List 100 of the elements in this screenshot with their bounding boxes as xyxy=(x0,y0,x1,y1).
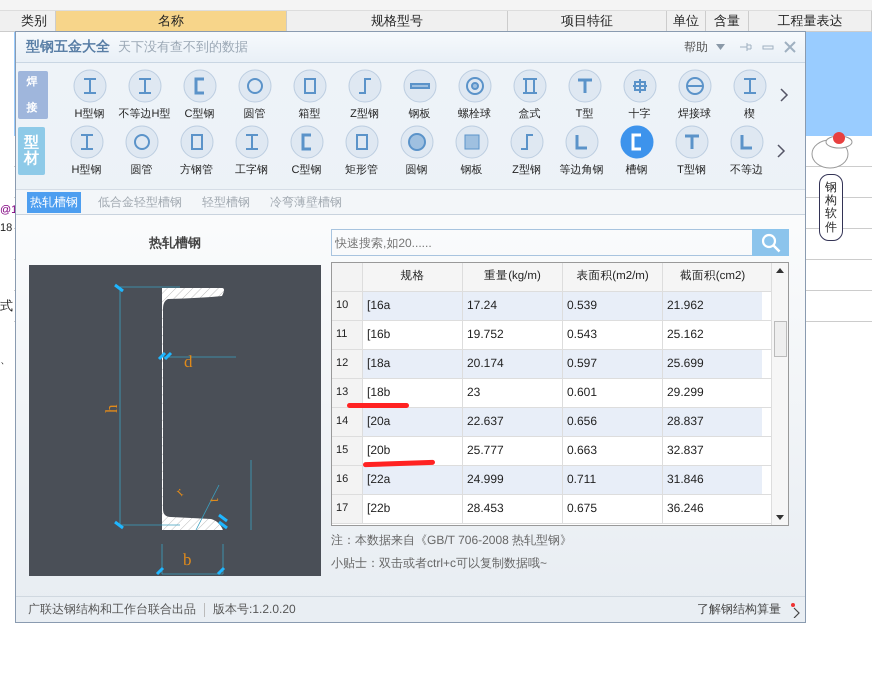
table-cell: 17.24 xyxy=(462,292,562,320)
i-beam-icon[interactable] xyxy=(234,125,268,159)
item-label[interactable]: 圆钢 xyxy=(406,162,428,177)
cross-icon[interactable] xyxy=(622,69,656,103)
item-label[interactable]: Z型钢 xyxy=(512,162,541,177)
pin-icon[interactable] xyxy=(739,40,753,54)
dimension-label: t xyxy=(207,498,222,502)
scroll-down-icon[interactable] xyxy=(776,515,784,520)
table-cell: 28.837 xyxy=(662,408,762,436)
item-label[interactable]: T型钢 xyxy=(677,162,706,177)
item-label[interactable]: 楔 xyxy=(744,106,755,121)
scroll-thumb[interactable] xyxy=(774,321,786,357)
ball-icon[interactable] xyxy=(458,69,492,103)
item-label[interactable]: 不等边H型 xyxy=(118,106,170,121)
item-label[interactable]: 箱型 xyxy=(298,106,320,121)
i-beam-icon[interactable] xyxy=(128,69,162,103)
i-beam-icon[interactable] xyxy=(72,69,106,103)
item-label[interactable]: T型 xyxy=(576,106,594,121)
cell-text: 式 xyxy=(0,297,13,315)
ring-icon[interactable] xyxy=(124,125,158,159)
i-beam-icon[interactable] xyxy=(70,125,104,159)
help-menu[interactable]: 帮助 xyxy=(684,38,708,56)
row-number: 13 xyxy=(332,379,362,407)
column-header[interactable]: 表面积(m2/m) xyxy=(562,263,662,291)
row-number: 15 xyxy=(332,437,362,465)
table-cell: [22b xyxy=(362,495,462,523)
table-cell: 0.601 xyxy=(562,379,662,407)
column-header[interactable]: 名称 xyxy=(56,11,287,31)
item-label[interactable]: 不等边 xyxy=(730,162,763,177)
angle-icon[interactable] xyxy=(730,125,764,159)
square-tube-icon[interactable] xyxy=(292,69,326,103)
column-header[interactable]: 截面积(cm2) xyxy=(662,263,762,291)
disc-icon[interactable] xyxy=(400,125,434,159)
t-section-icon[interactable] xyxy=(568,69,602,103)
square-tube-icon[interactable] xyxy=(344,125,378,159)
item-label[interactable]: 工字钢 xyxy=(235,162,268,177)
search-icon xyxy=(760,232,780,252)
item-label[interactable]: 圆管 xyxy=(244,106,266,121)
chevron-right-icon[interactable] xyxy=(776,144,786,158)
item-label[interactable]: C型钢 xyxy=(292,162,322,177)
table-cell: 21.962 xyxy=(662,292,762,320)
item-label[interactable]: 焊接球 xyxy=(678,106,711,121)
angle-icon[interactable] xyxy=(564,125,598,159)
item-label[interactable]: 十字 xyxy=(628,106,650,121)
dimension-label: d xyxy=(184,352,192,371)
close-icon[interactable] xyxy=(783,40,797,54)
sphere-icon[interactable] xyxy=(678,69,712,103)
scrollbar[interactable] xyxy=(771,263,788,525)
item-label[interactable]: 钢板 xyxy=(460,162,482,177)
table-cell: 28.453 xyxy=(462,495,562,523)
z-section-icon[interactable] xyxy=(510,125,544,159)
channel-icon[interactable] xyxy=(182,69,216,103)
column-header[interactable]: 重量(kg/m) xyxy=(462,263,562,291)
item-label[interactable]: H型钢 xyxy=(72,162,102,177)
double-t-icon[interactable] xyxy=(512,69,546,103)
table-cell: 0.675 xyxy=(562,495,662,523)
table-cell: 24.999 xyxy=(462,466,562,494)
pen-mark xyxy=(347,403,409,408)
caret-icon xyxy=(716,44,725,50)
table-cell: 0.597 xyxy=(562,350,662,378)
item-label[interactable]: C型钢 xyxy=(184,106,214,121)
row-number: 17 xyxy=(332,495,362,523)
column-header[interactable]: 规格 xyxy=(362,263,462,291)
note-text: 注：本数据来自《GB/T 706-2008 热轧型钢》 xyxy=(331,532,574,549)
row-number: 12 xyxy=(332,350,362,378)
z-section-icon[interactable] xyxy=(348,69,382,103)
table-cell: [22a xyxy=(362,466,462,494)
item-label[interactable]: Z型钢 xyxy=(350,106,379,121)
search-button[interactable] xyxy=(752,229,789,256)
version-text: 版本号:1.2.0.20 xyxy=(213,601,296,618)
ring-icon[interactable] xyxy=(238,69,272,103)
item-label[interactable]: 矩形管 xyxy=(345,162,378,177)
table-cell: 32.837 xyxy=(662,437,762,465)
plate-icon[interactable] xyxy=(454,125,488,159)
plate-icon[interactable] xyxy=(402,69,436,103)
table-cell: [20a xyxy=(362,408,462,436)
item-label[interactable]: 槽钢 xyxy=(626,162,648,177)
table-cell: 22.637 xyxy=(462,408,562,436)
search-field[interactable]: 快速搜索,如20...... xyxy=(331,229,752,256)
table-cell: 23 xyxy=(462,379,562,407)
t-section-icon[interactable] xyxy=(674,125,708,159)
item-label[interactable]: 钢板 xyxy=(408,106,430,121)
chevron-right-icon[interactable] xyxy=(779,88,789,102)
item-label[interactable]: H型钢 xyxy=(74,106,104,121)
cell-text: @1 xyxy=(0,204,18,216)
item-label[interactable]: 螺栓球 xyxy=(458,106,491,121)
item-label[interactable]: 圆管 xyxy=(130,162,152,177)
square-tube-icon[interactable] xyxy=(180,125,214,159)
i-beam-icon[interactable] xyxy=(732,69,766,103)
scroll-up-icon[interactable] xyxy=(776,268,784,273)
item-label[interactable]: 方钢管 xyxy=(180,162,213,177)
channel-icon[interactable] xyxy=(290,125,324,159)
learn-more-link[interactable]: 了解钢结构算量 xyxy=(697,601,781,618)
note-text: 小贴士：双击或者ctrl+c可以复制数据哦~ xyxy=(331,555,548,572)
table-cell: 0.656 xyxy=(562,408,662,436)
item-label[interactable]: 盒式 xyxy=(518,106,540,121)
table-cell: 0.663 xyxy=(562,437,662,465)
row-number: 14 xyxy=(332,408,362,436)
channel-icon[interactable] xyxy=(620,125,654,159)
item-label[interactable]: 等边角钢 xyxy=(560,162,604,177)
